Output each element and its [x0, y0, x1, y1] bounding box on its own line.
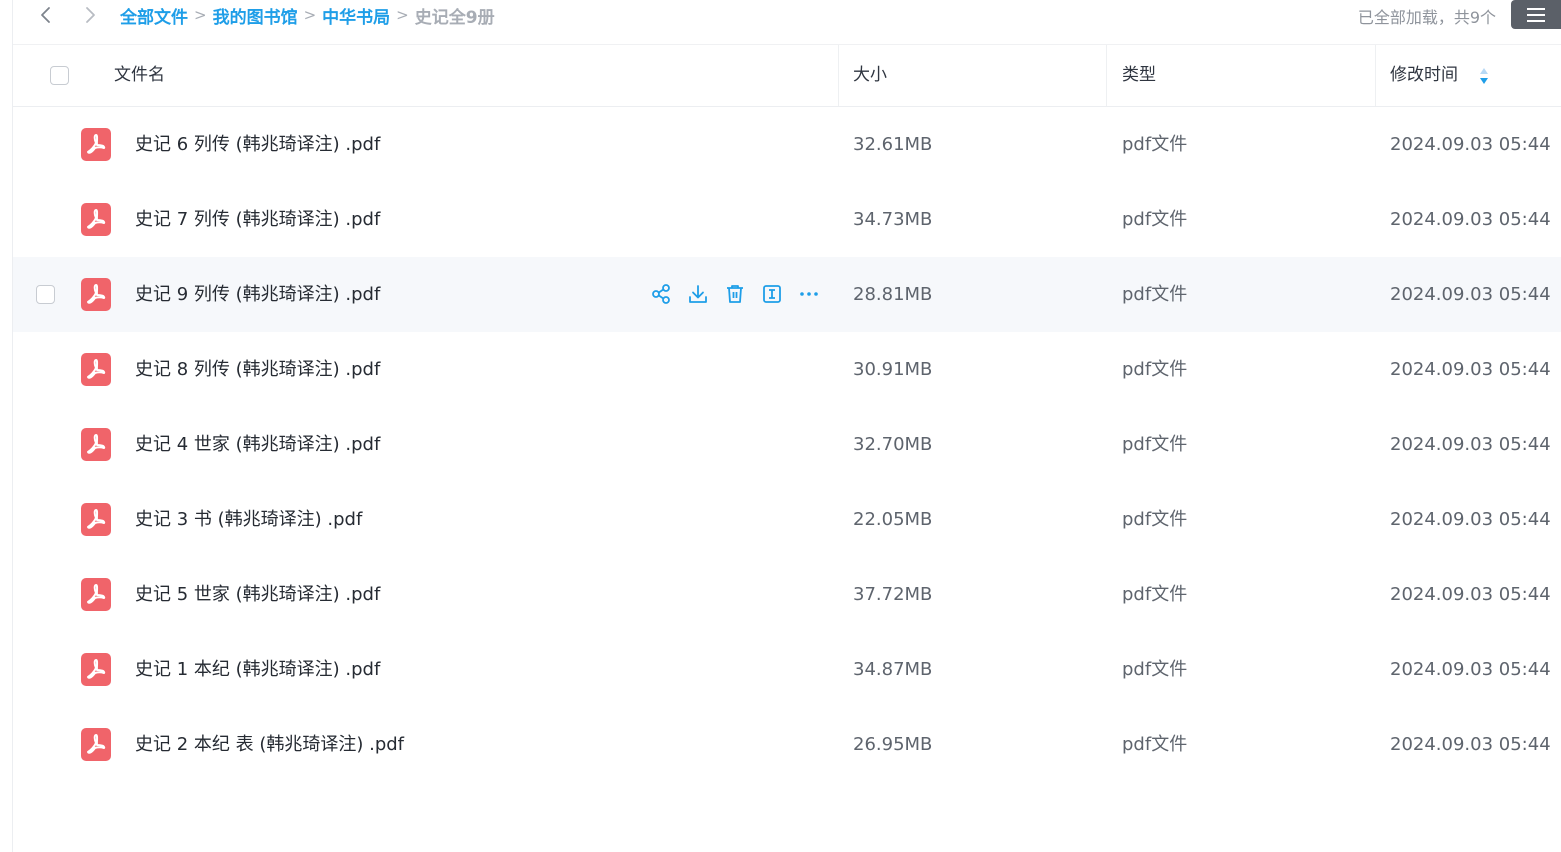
file-modified-time: 2024.09.03 05:44	[1390, 659, 1551, 680]
breadcrumb-all-files[interactable]: 全部文件	[120, 3, 188, 28]
file-modified-time: 2024.09.03 05:44	[1390, 734, 1551, 755]
breadcrumb-my-library[interactable]: 我的图书馆	[213, 3, 298, 28]
rename-icon[interactable]	[760, 282, 784, 306]
file-type: pdf文件	[1122, 359, 1188, 380]
delete-icon[interactable]	[723, 282, 747, 306]
sort-arrows-icon[interactable]	[1479, 67, 1489, 85]
chevron-left-icon[interactable]	[35, 4, 57, 26]
row-checkbox[interactable]	[36, 285, 55, 304]
breadcrumb: 全部文件 > 我的图书馆 > 中华书局 > 史记全9册	[120, 3, 495, 28]
column-header-type[interactable]: 类型	[1122, 45, 1156, 106]
file-type: pdf文件	[1122, 509, 1188, 530]
table-row[interactable]: 史记 5 世家 (韩兆琦译注) .pdf 37.72MB pdf文件 2024.…	[13, 557, 1561, 632]
file-modified-time: 2024.09.03 05:44	[1390, 509, 1551, 530]
hamburger-menu-icon[interactable]	[1511, 0, 1561, 29]
file-modified-time: 2024.09.03 05:44	[1390, 359, 1551, 380]
file-name[interactable]: 史记 2 本纪 表 (韩兆琦译注) .pdf	[135, 707, 404, 782]
pdf-file-icon	[81, 278, 111, 311]
pdf-file-icon	[81, 128, 111, 161]
file-type: pdf文件	[1122, 584, 1188, 605]
file-size: 26.95MB	[853, 734, 933, 755]
file-modified-time: 2024.09.03 05:44	[1390, 209, 1551, 230]
table-row[interactable]: 史记 6 列传 (韩兆琦译注) .pdf 32.61MB pdf文件 2024.…	[13, 107, 1561, 182]
file-name[interactable]: 史记 6 列传 (韩兆琦译注) .pdf	[135, 107, 380, 182]
file-modified-time: 2024.09.03 05:44	[1390, 434, 1551, 455]
file-size: 32.70MB	[853, 434, 933, 455]
pdf-file-icon	[81, 353, 111, 386]
file-name[interactable]: 史记 8 列传 (韩兆琦译注) .pdf	[135, 332, 380, 407]
table-row[interactable]: 史记 2 本纪 表 (韩兆琦译注) .pdf 26.95MB pdf文件 202…	[13, 707, 1561, 782]
path-toolbar: 全部文件 > 我的图书馆 > 中华书局 > 史记全9册 已全部加载，共9个	[13, 0, 1561, 45]
file-size: 22.05MB	[853, 509, 933, 530]
pdf-file-icon	[81, 653, 111, 686]
file-name[interactable]: 史记 7 列传 (韩兆琦译注) .pdf	[135, 182, 380, 257]
file-type: pdf文件	[1122, 734, 1188, 755]
column-header-size[interactable]: 大小	[853, 45, 887, 106]
table-row[interactable]: 史记 9 列传 (韩兆琦译注) .pdf 28.81MB pdf文件 2024.…	[13, 257, 1561, 332]
row-actions	[649, 282, 834, 306]
file-size: 34.87MB	[853, 659, 933, 680]
download-icon[interactable]	[686, 282, 710, 306]
file-type: pdf文件	[1122, 209, 1188, 230]
table-row[interactable]: 史记 3 书 (韩兆琦译注) .pdf 22.05MB pdf文件 2024.0…	[13, 482, 1561, 557]
file-modified-time: 2024.09.03 05:44	[1390, 584, 1551, 605]
column-header-modified[interactable]: 修改时间	[1390, 45, 1458, 106]
file-type: pdf文件	[1122, 134, 1188, 155]
breadcrumb-current-folder: 史记全9册	[414, 7, 495, 28]
file-type: pdf文件	[1122, 284, 1188, 305]
breadcrumb-separator-icon: >	[303, 6, 317, 24]
file-size: 32.61MB	[853, 134, 933, 155]
file-name[interactable]: 史记 3 书 (韩兆琦译注) .pdf	[135, 482, 362, 557]
file-modified-time: 2024.09.03 05:44	[1390, 284, 1551, 305]
pdf-file-icon	[81, 428, 111, 461]
pdf-file-icon	[81, 203, 111, 236]
pdf-file-icon	[81, 578, 111, 611]
pdf-file-icon	[81, 503, 111, 536]
more-icon[interactable]	[797, 282, 821, 306]
file-browser: 全部文件 > 我的图书馆 > 中华书局 > 史记全9册 已全部加载，共9个 文件…	[0, 0, 1561, 852]
column-divider	[1375, 45, 1376, 106]
file-name[interactable]: 史记 9 列传 (韩兆琦译注) .pdf	[135, 257, 380, 332]
table-row[interactable]: 史记 4 世家 (韩兆琦译注) .pdf 32.70MB pdf文件 2024.…	[13, 407, 1561, 482]
breadcrumb-separator-icon: >	[194, 6, 207, 24]
file-modified-time: 2024.09.03 05:44	[1390, 134, 1551, 155]
file-size: 28.81MB	[853, 284, 933, 305]
table-header: 文件名 大小 类型 修改时间	[13, 45, 1561, 107]
chevron-right-icon[interactable]	[79, 4, 101, 26]
file-size: 37.72MB	[853, 584, 933, 605]
table-row[interactable]: 史记 7 列传 (韩兆琦译注) .pdf 34.73MB pdf文件 2024.…	[13, 182, 1561, 257]
table-row[interactable]: 史记 8 列传 (韩兆琦译注) .pdf 30.91MB pdf文件 2024.…	[13, 332, 1561, 407]
pdf-file-icon	[81, 728, 111, 761]
column-header-name[interactable]: 文件名	[114, 45, 165, 106]
column-divider	[838, 45, 839, 106]
file-list: 史记 6 列传 (韩兆琦译注) .pdf 32.61MB pdf文件 2024.…	[13, 107, 1561, 782]
breadcrumb-separator-icon: >	[396, 6, 409, 24]
table-row[interactable]: 史记 1 本纪 (韩兆琦译注) .pdf 34.87MB pdf文件 2024.…	[13, 632, 1561, 707]
file-name[interactable]: 史记 5 世家 (韩兆琦译注) .pdf	[135, 557, 380, 632]
file-type: pdf文件	[1122, 434, 1188, 455]
breadcrumb-zhonghua[interactable]: 中华书局	[322, 3, 390, 28]
file-name[interactable]: 史记 4 世家 (韩兆琦译注) .pdf	[135, 407, 380, 482]
select-all-checkbox[interactable]	[50, 66, 69, 85]
file-size: 34.73MB	[853, 209, 933, 230]
share-icon[interactable]	[649, 282, 673, 306]
load-status-text: 已全部加载，共9个	[1357, 8, 1496, 27]
file-size: 30.91MB	[853, 359, 933, 380]
file-name[interactable]: 史记 1 本纪 (韩兆琦译注) .pdf	[135, 632, 380, 707]
column-divider	[1106, 45, 1107, 106]
file-type: pdf文件	[1122, 659, 1188, 680]
